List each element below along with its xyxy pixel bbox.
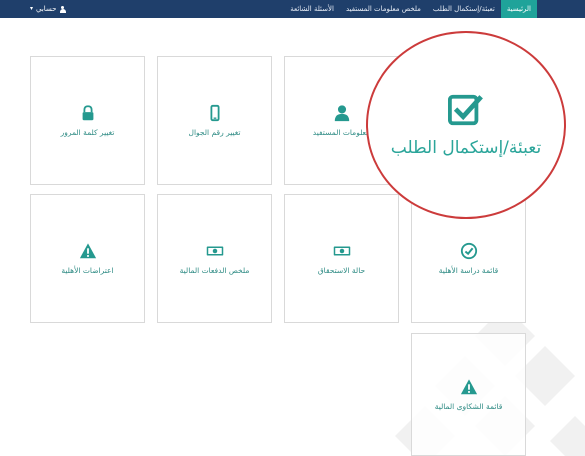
account-menu[interactable]: ▾ حسابي bbox=[30, 0, 66, 18]
tile-change-mobile[interactable]: تغيير رقم الجوال bbox=[157, 56, 272, 185]
tile-label: قائمة دراسة الأهلية bbox=[438, 266, 499, 275]
tile-eligibility-objections[interactable]: اعتراضات الأهلية bbox=[30, 194, 145, 323]
nav-item-faq[interactable]: الأسئلة الشائعة bbox=[284, 0, 340, 18]
nav-item-beneficiary-summary[interactable]: ملخص معلومات المستفيد bbox=[340, 0, 427, 18]
user-icon bbox=[334, 105, 349, 122]
nav-links: الرئيسية تعبئة/إستكمال الطلب ملخص معلوما… bbox=[284, 0, 537, 18]
nav-item-home[interactable]: الرئيسية bbox=[500, 0, 537, 18]
money-icon bbox=[206, 246, 223, 256]
money-icon bbox=[333, 246, 350, 256]
top-navbar: الرئيسية تعبئة/إستكمال الطلب ملخص معلوما… bbox=[0, 0, 585, 18]
tile-label: تغيير رقم الجوال bbox=[188, 128, 241, 137]
checkbox-icon bbox=[448, 94, 483, 126]
tile-entitlement-status[interactable]: حالة الاستحقاق bbox=[284, 194, 399, 323]
account-label: حسابي bbox=[36, 5, 57, 13]
tile-financial-complaints[interactable]: قائمة الشكاوى المالية bbox=[411, 333, 526, 456]
warning-icon bbox=[460, 379, 477, 395]
user-icon bbox=[59, 5, 66, 13]
tile-label: معلومات المستفيد bbox=[312, 128, 371, 137]
mobile-icon bbox=[210, 104, 219, 122]
tile-label: قائمة الشكاوى المالية bbox=[434, 402, 503, 411]
nav-item-fill-request[interactable]: تعبئة/إستكمال الطلب bbox=[427, 0, 501, 18]
highlight-label: تعبئة/إستكمال الطلب bbox=[390, 138, 542, 158]
lock-icon bbox=[82, 105, 93, 121]
caret-down-icon: ▾ bbox=[30, 5, 34, 12]
tile-label: اعتراضات الأهلية bbox=[61, 266, 114, 275]
tile-label: ملخص الدفعات المالية bbox=[179, 266, 250, 275]
tile-fill-request-highlight[interactable]: تعبئة/إستكمال الطلب bbox=[366, 31, 566, 219]
warning-icon bbox=[79, 243, 96, 259]
tile-label: حالة الاستحقاق bbox=[317, 266, 366, 275]
tile-label: تغيير كلمة المرور bbox=[60, 128, 115, 137]
tile-change-password[interactable]: تغيير كلمة المرور bbox=[30, 56, 145, 185]
tile-payments-summary[interactable]: ملخص الدفعات المالية bbox=[157, 194, 272, 323]
check-circle-icon bbox=[460, 242, 477, 260]
